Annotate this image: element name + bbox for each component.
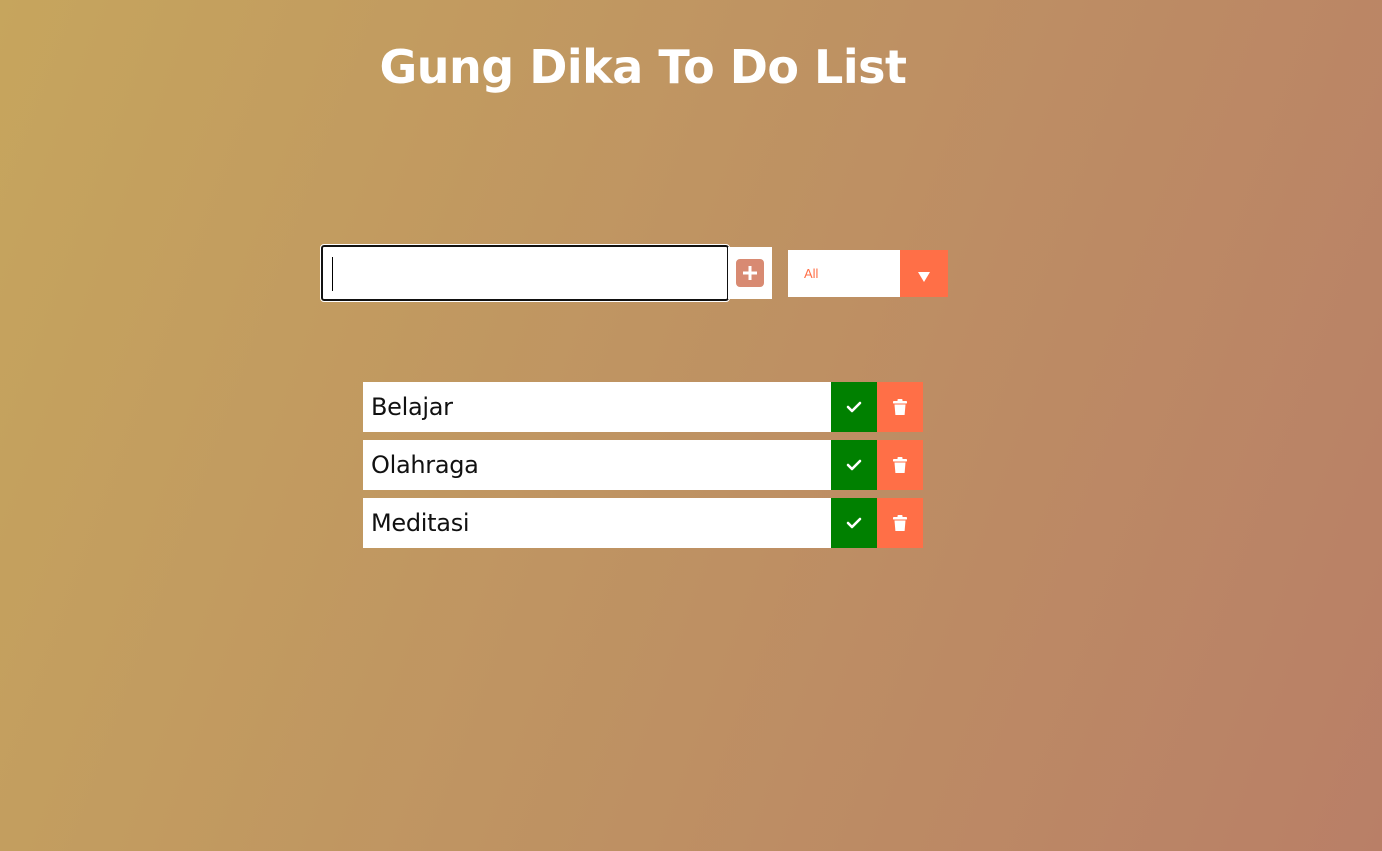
delete-button[interactable]	[877, 382, 923, 432]
filter-select[interactable]: All	[788, 250, 948, 297]
trash-icon	[893, 457, 907, 473]
delete-button[interactable]	[877, 498, 923, 548]
trash-icon	[893, 399, 907, 415]
todo-item-text: Belajar	[363, 382, 831, 432]
check-icon	[846, 517, 862, 529]
filter-dropdown-button[interactable]	[900, 250, 948, 297]
caret-down-icon	[918, 271, 930, 282]
todo-item-text: Olahraga	[363, 440, 831, 490]
todo-item: Belajar	[363, 382, 923, 432]
plus-icon	[743, 266, 757, 280]
complete-button[interactable]	[831, 440, 877, 490]
todo-item-text: Meditasi	[363, 498, 831, 548]
filter-selected-value[interactable]: All	[788, 250, 900, 297]
check-icon	[846, 401, 862, 413]
delete-button[interactable]	[877, 440, 923, 490]
text-caret	[332, 257, 333, 291]
todo-item: Meditasi	[363, 498, 923, 548]
complete-button[interactable]	[831, 382, 877, 432]
todo-item: Olahraga	[363, 440, 923, 490]
complete-button[interactable]	[831, 498, 877, 548]
check-icon	[846, 459, 862, 471]
todo-list: Belajar Olahraga Meditasi	[363, 382, 923, 556]
page-title: Gung Dika To Do List	[379, 40, 907, 94]
add-todo-button[interactable]	[736, 259, 764, 287]
add-button-container	[728, 247, 772, 299]
todo-input[interactable]	[320, 244, 730, 302]
trash-icon	[893, 515, 907, 531]
